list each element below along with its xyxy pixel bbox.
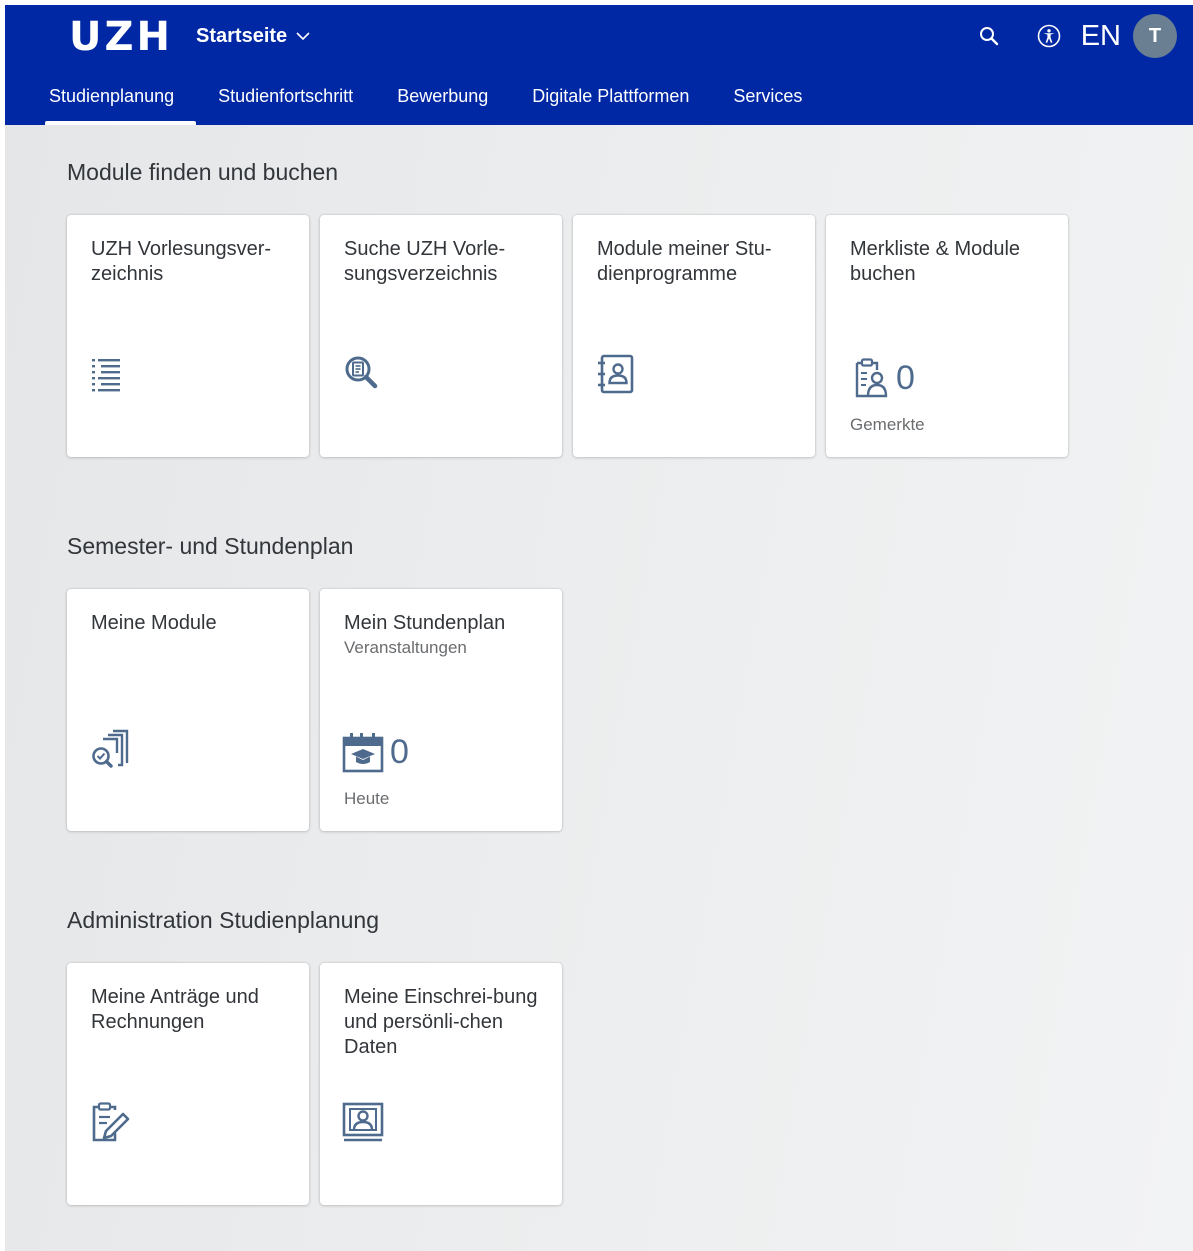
tile-title: Meine Einschrei-bung und persönli-chen D… <box>344 986 538 1058</box>
form-edit-icon <box>89 1101 131 1143</box>
kpi-value: 0 <box>390 733 409 771</box>
shell-bar: UZH Startseite EN T Studienplanung Studi… <box>5 5 1193 125</box>
tile-title: Meine Anträge und Rechnungen <box>91 986 259 1033</box>
search-icon <box>979 27 998 46</box>
tile-footer: Gemerkte <box>850 415 925 434</box>
section-title-administration: Administration Studienplanung <box>67 907 379 933</box>
launchpad: UZH Startseite EN T Studienplanung Studi… <box>5 5 1193 1251</box>
tile-title: Suche UZH Vorle-sungsverzeichnis <box>344 238 506 285</box>
clipboard-person-icon <box>848 357 890 399</box>
address-book-icon <box>595 353 637 395</box>
list-icon <box>89 353 131 395</box>
tab-studienplanung[interactable]: Studienplanung <box>45 75 197 125</box>
section-title-module-finden: Module finden und buchen <box>67 159 339 185</box>
tile-antraege-rechnungen[interactable]: Meine Anträge und Rechnungen <box>67 963 309 1205</box>
uzh-logo[interactable]: UZH <box>69 13 173 61</box>
tile-title: UZH Vorlesungsver-zeichnis <box>91 238 272 285</box>
tab-bewerbung[interactable]: Bewerbung <box>375 75 510 125</box>
search-button[interactable] <box>971 18 1007 54</box>
documents-search-icon <box>89 727 131 769</box>
tile-stundenplan[interactable]: Mein Stundenplan Veranstaltungen 0 Heute <box>320 589 562 831</box>
chevron-down-icon <box>296 32 310 41</box>
tile-title: Meine Module <box>91 612 217 634</box>
language-switch[interactable]: EN <box>1081 18 1121 54</box>
accessibility-button[interactable] <box>1031 18 1067 54</box>
shell-actions: EN T <box>971 14 1177 58</box>
user-avatar[interactable]: T <box>1133 14 1177 58</box>
tab-studienfortschritt[interactable]: Studienfortschritt <box>196 75 375 125</box>
accessibility-icon <box>1037 24 1061 48</box>
tab-bar: Studienplanung Studienfortschritt Bewerb… <box>45 75 824 125</box>
tab-services[interactable]: Services <box>711 75 824 125</box>
app-title: Startseite <box>196 24 288 47</box>
tile-module-studienprogramme[interactable]: Module meiner Stu-dienprogramme <box>573 215 815 457</box>
tile-title: Mein Stundenplan <box>344 612 506 634</box>
tile-einschreibung-daten[interactable]: Meine Einschrei-bung und persönli-chen D… <box>320 963 562 1205</box>
kpi-row: 0 <box>342 731 409 773</box>
tile-subtitle: Veranstaltungen <box>344 638 467 657</box>
tab-digitale-plattformen[interactable]: Digitale Plattformen <box>510 75 711 125</box>
tile-vorlesungsverzeichnis[interactable]: UZH Vorlesungsver-zeichnis <box>67 215 309 457</box>
kpi-value: 0 <box>896 359 915 397</box>
kpi-row: 0 <box>848 357 915 399</box>
tile-merkliste[interactable]: Merkliste & Module buchen 0 Gemerkte <box>826 215 1068 457</box>
calendar-education-icon <box>342 731 384 773</box>
tile-suche-vorlesungsverzeichnis[interactable]: Suche UZH Vorle-sungsverzeichnis <box>320 215 562 457</box>
person-card-icon <box>342 1101 384 1143</box>
search-document-icon <box>342 353 384 395</box>
tile-footer: Heute <box>344 789 390 808</box>
tile-title: Merkliste & Module buchen <box>850 238 1021 285</box>
tile-title: Module meiner Stu-dienprogramme <box>597 238 772 285</box>
section-title-stundenplan: Semester- und Stundenplan <box>67 533 354 559</box>
app-title-menu[interactable]: Startseite <box>196 22 311 50</box>
tile-meine-module[interactable]: Meine Module <box>67 589 309 831</box>
